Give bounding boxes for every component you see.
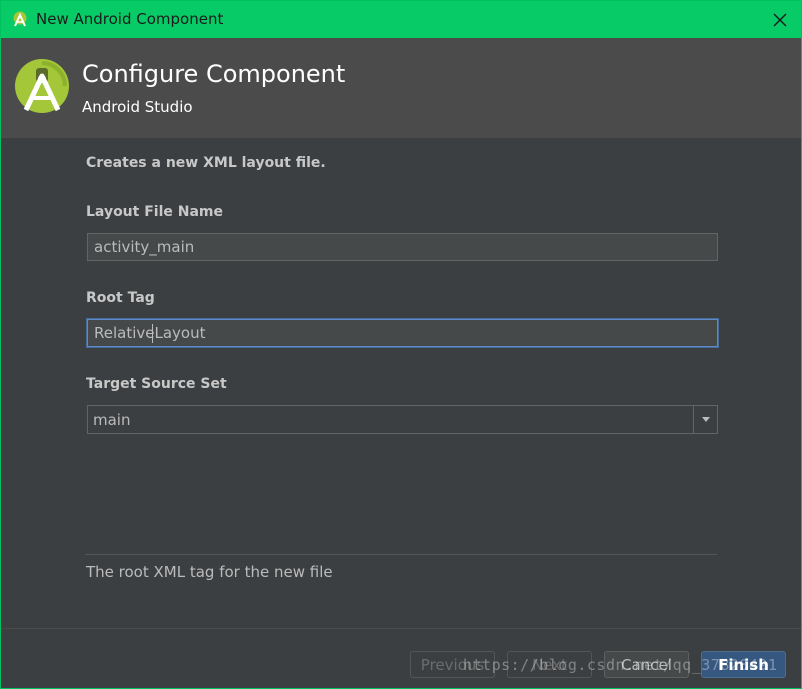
root-tag-label: Root Tag xyxy=(86,290,155,306)
android-studio-logo-icon xyxy=(15,59,69,113)
title-bar[interactable]: New Android Component xyxy=(1,1,801,38)
form-description: Creates a new XML layout file. xyxy=(86,155,326,171)
watermark-text: https://blog.csdn.net/qq_37820491 xyxy=(463,656,778,674)
target-source-set-select[interactable]: main xyxy=(87,405,718,434)
text-caret xyxy=(152,324,153,343)
layout-file-name-value: activity_main xyxy=(94,238,195,256)
help-text: The root XML tag for the new file xyxy=(86,563,333,581)
target-source-set-value: main xyxy=(93,411,131,429)
layout-file-name-label: Layout File Name xyxy=(86,204,223,220)
chevron-down-icon xyxy=(702,417,710,422)
help-divider xyxy=(85,554,717,555)
layout-file-name-input[interactable]: activity_main xyxy=(87,233,718,261)
root-tag-value: RelativeLayout xyxy=(94,324,206,342)
dialog-header: Configure Component Android Studio xyxy=(1,38,801,138)
close-icon[interactable] xyxy=(769,9,791,31)
page-title: Configure Component xyxy=(82,60,346,88)
dialog-window: New Android Component Configure Componen… xyxy=(0,0,802,689)
window-title: New Android Component xyxy=(36,10,224,28)
android-studio-icon xyxy=(13,11,27,27)
dropdown-button[interactable] xyxy=(693,406,717,433)
form-content: Creates a new XML layout file. Layout Fi… xyxy=(1,138,801,628)
page-subtitle: Android Studio xyxy=(82,98,193,116)
root-tag-input[interactable]: RelativeLayout xyxy=(87,319,718,347)
target-source-set-label: Target Source Set xyxy=(86,376,227,392)
